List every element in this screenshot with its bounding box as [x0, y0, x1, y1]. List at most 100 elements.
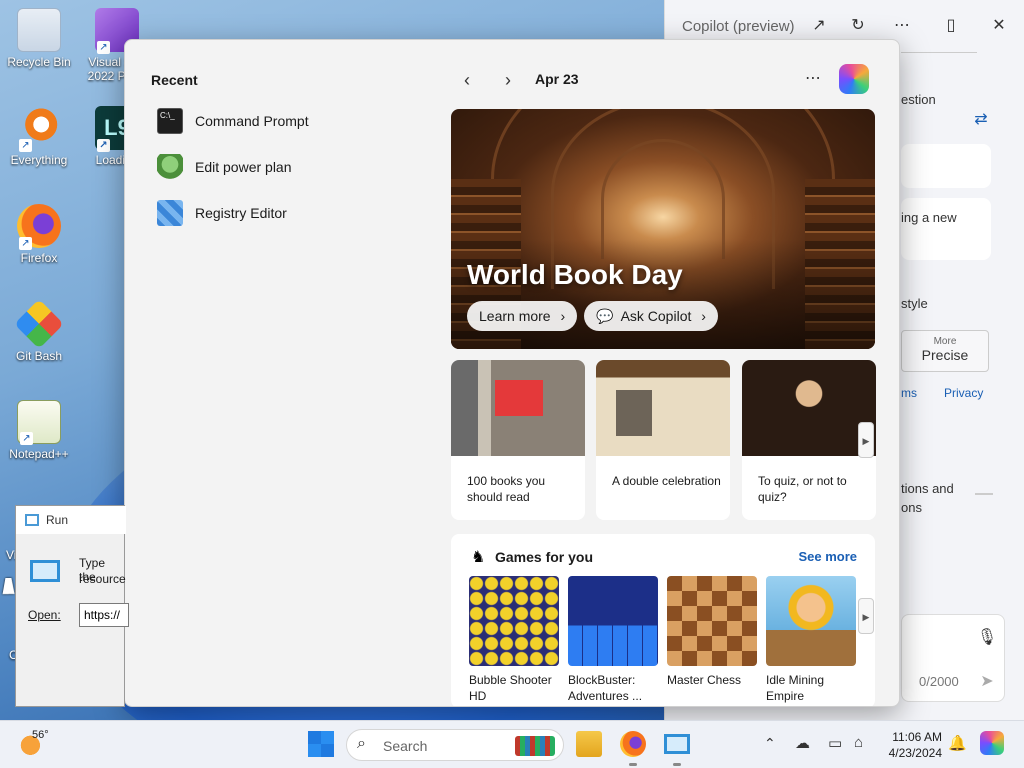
recent-item-edit-power-plan[interactable]: Edit power plan: [157, 149, 292, 185]
desktop-icon-label: Git Bash: [15, 349, 63, 363]
running-indicator: [629, 763, 637, 766]
cloud-offline-icon[interactable]: ☁: [795, 734, 810, 752]
more-options-icon[interactable]: ⋯: [805, 68, 821, 88]
game-tile-idle-mining-empire[interactable]: Idle Mining Empire: [766, 576, 856, 704]
recycle-bin-icon: [17, 8, 61, 52]
cards-scroll-right-icon[interactable]: ▶: [858, 422, 874, 458]
news-card-100-books[interactable]: 100 books you should read: [451, 360, 585, 520]
desktop-icon-everything[interactable]: ↗ Everything: [0, 106, 78, 167]
swap-icon[interactable]: ⇄: [969, 108, 993, 132]
chevron-right-icon: ›: [701, 308, 706, 324]
running-indicator: [673, 763, 681, 766]
weather-temp[interactable]: 56°: [32, 729, 49, 741]
recent-item-label: Command Prompt: [195, 113, 309, 129]
registry-editor-icon: [157, 200, 183, 226]
hero-title: World Book Day: [467, 259, 683, 290]
shortcut-arrow-icon: ↗: [97, 139, 110, 152]
hero-gradient: [451, 239, 875, 349]
hero-card-world-book-day[interactable]: World Book Day Learn more › 💬 Ask Copilo…: [451, 109, 875, 349]
desktop-icon-firefox[interactable]: ↗ Firefox: [0, 204, 78, 265]
recent-item-registry-editor[interactable]: Registry Editor: [157, 195, 287, 231]
run-prompt-line-2: resource: [79, 572, 126, 586]
bubble-shooter-image: [469, 576, 559, 666]
copilot-taskbar-icon[interactable]: [980, 731, 1004, 755]
previous-arrow-icon[interactable]: ‹: [455, 68, 479, 92]
recent-header: Recent: [151, 72, 198, 88]
ask-copilot-button[interactable]: 💬 Ask Copilot ›: [584, 301, 718, 331]
shortcut-arrow-icon: ↗: [97, 41, 110, 54]
shortcut-arrow-icon: ↗: [20, 432, 33, 445]
copilot-suggestion-card[interactable]: [901, 144, 991, 188]
books-reading-image: [451, 360, 585, 456]
red-book-shape: [495, 380, 543, 416]
taskbar: 56° ⌕ Search ⌃ ☁ ▭ ⌂ 11:06 AM 4/23/2024 …: [0, 720, 1024, 768]
recent-item-command-prompt[interactable]: C:\_ Command Prompt: [157, 103, 309, 139]
terms-link[interactable]: ms: [901, 386, 917, 400]
display-icon[interactable]: ▭: [828, 734, 842, 752]
desktop-icon-label: Notepad++: [9, 447, 69, 461]
games-section: ♞ Games for you See more Bubble Shooter …: [451, 534, 875, 706]
clock[interactable]: 11:06 AM 4/23/2024: [884, 729, 942, 761]
toggle-switch[interactable]: [975, 493, 993, 495]
microphone-icon[interactable]: 🎙: [975, 626, 999, 650]
next-arrow-icon[interactable]: ›: [496, 68, 520, 92]
open-book-image: [596, 360, 730, 456]
desktop-icon-notepad-plus-plus[interactable]: ↗ Notepad++: [0, 400, 78, 461]
feed-date: Apr 23: [535, 71, 579, 87]
game-tile-bubble-shooter[interactable]: Bubble Shooter HD: [469, 576, 559, 704]
precise-more-label: More: [933, 336, 957, 347]
clock-time: 11:06 AM: [892, 730, 942, 744]
card-caption: A double celebration: [612, 474, 721, 488]
show-hidden-icons-chevron-icon[interactable]: ⌃: [764, 735, 776, 752]
desktop-icon-label: Everything: [10, 153, 68, 167]
copilot-question-snippet: estion: [901, 92, 936, 107]
windows-start-icon[interactable]: [308, 731, 334, 757]
copilot-style-snippet: style: [901, 296, 928, 311]
network-icon[interactable]: ⌂: [854, 734, 863, 751]
copilot-logo-icon[interactable]: [839, 64, 869, 94]
send-icon[interactable]: ➤: [975, 670, 999, 694]
notification-bell-icon[interactable]: 🔔: [948, 734, 967, 752]
refresh-icon[interactable]: ↻: [846, 14, 870, 38]
chess-piece-icon: ♞: [471, 549, 486, 566]
games-scroll-right-icon[interactable]: ▶: [858, 598, 874, 634]
run-title-bar: Run: [16, 506, 126, 534]
firefox-taskbar-icon[interactable]: [620, 731, 646, 757]
close-icon[interactable]: ✕: [987, 14, 1011, 38]
chevron-right-icon: ›: [560, 308, 566, 324]
privacy-link[interactable]: Privacy: [944, 386, 983, 400]
split-view-icon[interactable]: ▯: [939, 14, 963, 38]
more-options-icon[interactable]: ⋯: [890, 14, 914, 38]
taskbar-search-box[interactable]: ⌕ Search: [346, 729, 564, 761]
search-placeholder: Search: [383, 738, 428, 754]
desktop-icon-recycle-bin[interactable]: Recycle Bin: [0, 8, 78, 69]
copilot-options-snippet-2: ons: [901, 500, 922, 515]
file-explorer-icon[interactable]: [576, 731, 602, 757]
card-caption: To quiz, or not to quiz?: [758, 474, 847, 504]
git-bash-icon: [14, 299, 64, 349]
idle-mining-image: [766, 576, 856, 666]
precise-label: Precise: [921, 347, 969, 363]
see-more-link[interactable]: See more: [798, 549, 857, 564]
run-dialog: Run Type the resource Open: https://: [15, 505, 129, 707]
run-taskbar-icon[interactable]: [664, 734, 690, 754]
game-tile-blockbuster[interactable]: BlockBuster: Adventures ...: [568, 576, 658, 704]
open-external-icon[interactable]: ↗: [807, 14, 831, 38]
news-card-double-celebration[interactable]: A double celebration: [596, 360, 730, 520]
open-input[interactable]: https://: [79, 603, 129, 627]
char-counter: 0/2000: [919, 674, 959, 689]
game-tile-master-chess[interactable]: Master Chess: [667, 576, 757, 688]
desktop-icon-git-bash[interactable]: Git Bash: [0, 299, 78, 363]
desktop-icon-label: Recycle Bin: [7, 55, 71, 69]
copilot-suggestion-card-new[interactable]: ing a new: [901, 198, 991, 260]
game-name: Bubble Shooter HD: [469, 673, 552, 703]
start-menu: Recent C:\_ Command Prompt Edit power pl…: [124, 39, 900, 707]
news-card-quiz[interactable]: To quiz, or not to quiz?: [742, 360, 876, 520]
precise-style-button[interactable]: More Precise: [901, 330, 989, 372]
desktop-icon-label: Firefox: [20, 251, 58, 265]
games-header: Games for you: [495, 549, 594, 565]
learn-more-button[interactable]: Learn more ›: [467, 301, 578, 331]
run-app-icon: [25, 514, 39, 526]
run-icon: [30, 560, 60, 582]
copilot-divider: [901, 52, 977, 53]
